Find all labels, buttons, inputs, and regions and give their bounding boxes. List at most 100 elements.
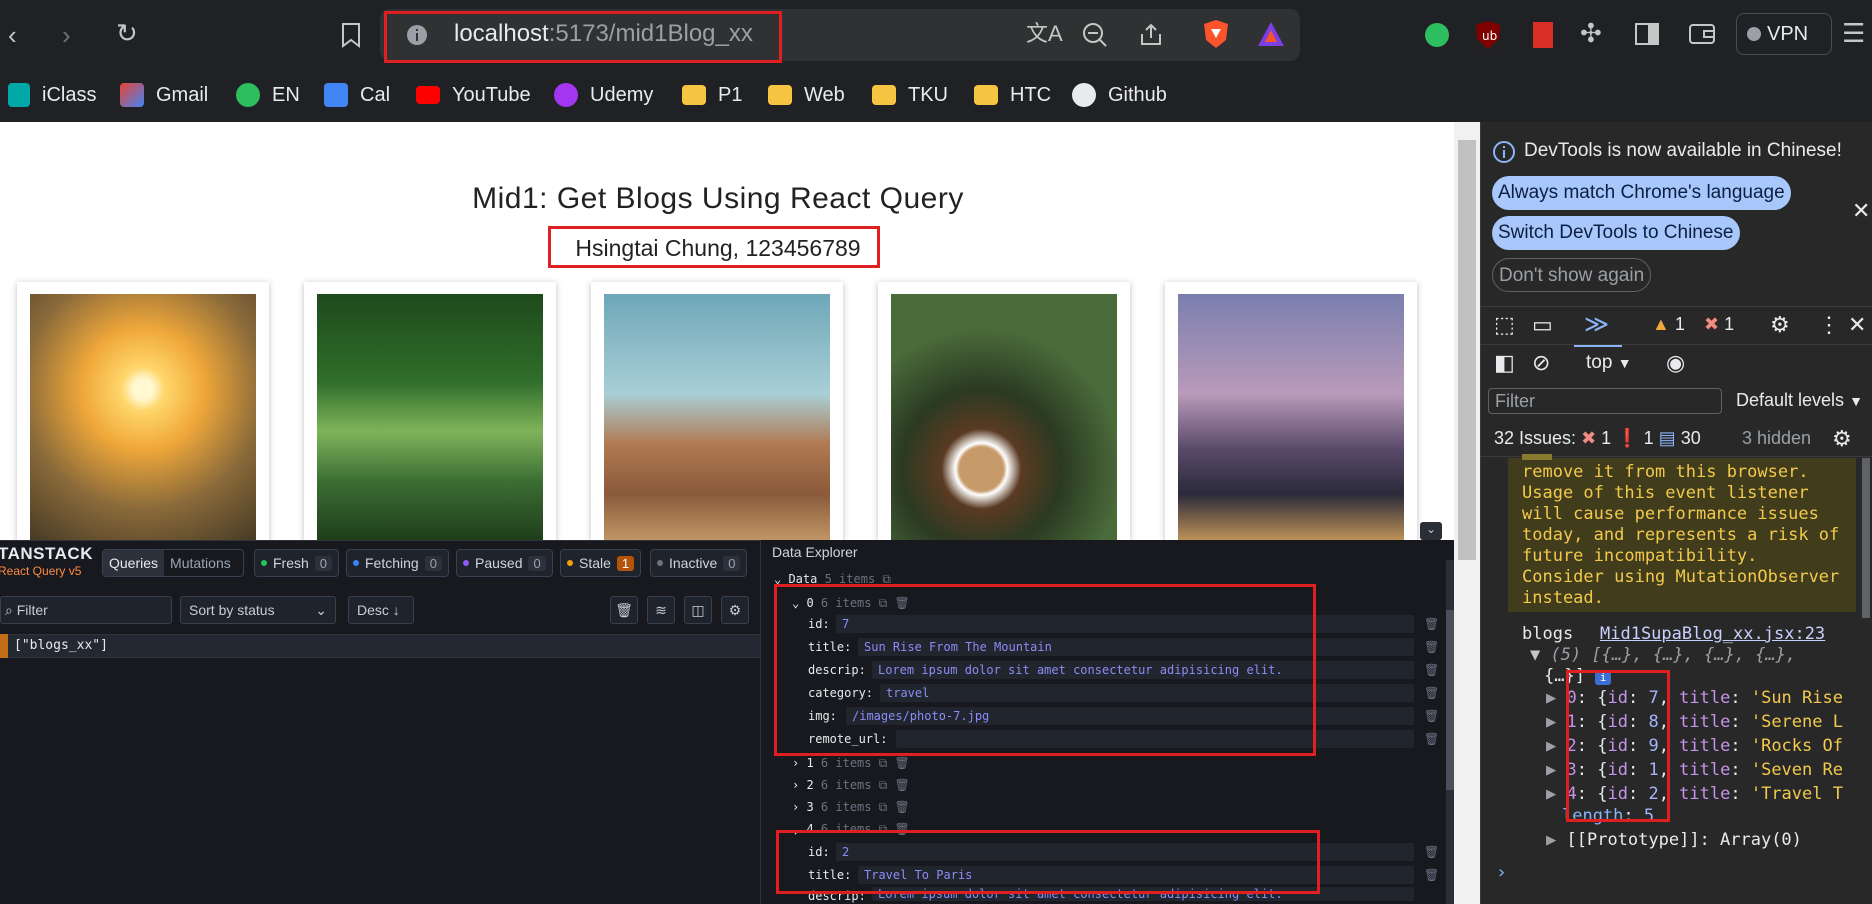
blog-card[interactable] [591,282,843,544]
trash-icon[interactable]: 🗑 [895,756,910,770]
explorer-scrollbar-thumb[interactable] [1446,610,1454,790]
wifi-icon[interactable]: ≋ [647,596,675,624]
clear-console-icon[interactable]: ⊘ [1532,350,1550,376]
field-value-remote-url[interactable] [896,730,1414,748]
context-select[interactable]: top ▼ [1586,352,1632,374]
array-entry[interactable]: ▶ 4: {id: 2, title: 'Travel T [1546,784,1843,804]
field-value-descrip[interactable]: Lorem ipsum dolor sit amet consectetur a… [872,887,1414,901]
log-levels-select[interactable]: Default levels ▼ [1736,390,1863,411]
array-entry[interactable]: ▶ 0: {id: 7, title: 'Sun Rise [1546,688,1843,708]
console-scrollbar[interactable] [1862,458,1870,618]
extensions-icon[interactable]: ✣ [1580,20,1602,46]
match-language-button[interactable]: Always match Chrome's language [1492,176,1791,210]
log-source-link[interactable]: Mid1SupaBlog_xx.jsx:23 [1600,624,1825,644]
blog-card[interactable] [1165,282,1417,544]
switch-chinese-button[interactable]: Switch DevTools to Chinese [1492,216,1740,250]
query-filter-input[interactable]: ⌕ Filter [0,596,172,624]
bookmark-htc[interactable]: HTC [974,78,1051,112]
sidebar-icon[interactable] [1634,22,1660,46]
copy-icon[interactable]: ⧉ [882,572,891,586]
trash-icon[interactable]: 🗑 [895,778,910,792]
item-row-0[interactable]: ⌄ 0 6 items ⧉ 🗑 [792,596,910,611]
gear-icon[interactable]: ⚙ [1832,426,1852,452]
settings-icon[interactable]: ⚙ [721,596,749,624]
pdf-ext-icon[interactable] [1530,20,1556,50]
field-value-id[interactable]: 7 [836,615,1414,633]
inspect-icon[interactable]: ⬚ [1494,312,1515,338]
trash-icon[interactable]: 🗑 [1424,709,1439,723]
trash-icon[interactable]: 🗑 [610,596,638,624]
bookmark-web[interactable]: Web [768,78,845,112]
console-tab-icon[interactable]: ≫ [1584,310,1609,339]
console-filter-input[interactable]: Filter [1488,388,1722,414]
copy-icon[interactable]: ⧉ [879,778,888,792]
bookmark-udemy[interactable]: Udemy [554,78,653,112]
menu-icon[interactable]: ☰ [1842,20,1865,46]
prototype-row[interactable]: ▶ [[Prototype]]: Array(0) [1546,830,1802,850]
warning-counter[interactable]: ▲ 1 [1652,314,1685,335]
bookmark-en[interactable]: EN [236,78,300,112]
share-icon[interactable] [1138,22,1164,48]
status-fresh[interactable]: Fresh 0 [254,549,340,577]
console-prompt-icon[interactable]: › [1496,862,1507,883]
dont-show-button[interactable]: Don't show again [1492,258,1652,292]
copy-icon[interactable]: ⧉ [879,756,888,770]
field-value-img[interactable]: /images/photo-7.jpg [846,707,1414,725]
trash-icon[interactable]: 🗑 [1424,617,1439,631]
blog-card[interactable] [878,282,1130,544]
field-value-title[interactable]: Sun Rise From The Mountain [858,638,1414,656]
status-paused[interactable]: Paused 0 [456,549,553,577]
trash-icon[interactable]: 🗑 [1424,663,1439,677]
trash-icon[interactable]: 🗑 [895,800,910,814]
item-row-1[interactable]: › 1 6 items ⧉ 🗑 [792,756,910,771]
page-scrollbar-thumb[interactable] [1458,140,1476,560]
blog-card[interactable] [17,282,269,544]
status-stale[interactable]: Stale 1 [560,549,642,577]
close-devtools-icon[interactable]: ✕ [1848,312,1866,338]
issues-bar[interactable]: 32 Issues: ✖ 1 ❗ 1 ▤ 30 [1494,428,1701,449]
close-icon[interactable]: ✕ [1852,198,1870,224]
error-counter[interactable]: ✖ 1 [1704,314,1734,335]
array-entry[interactable]: ▶ 2: {id: 9, title: 'Rocks Of [1546,736,1843,756]
brave-shield-icon[interactable] [1202,19,1230,49]
copy-icon[interactable]: ⧉ [879,800,888,814]
sort-order-button[interactable]: Desc ↓ [348,596,414,624]
dock-position-icon[interactable]: ◫ [684,596,712,624]
back-icon[interactable]: ‹ [8,22,17,48]
ublock-icon[interactable]: ub [1474,20,1502,50]
site-info-icon[interactable] [406,24,428,46]
bookmark-gmail[interactable]: Gmail [120,78,208,112]
field-value-id[interactable]: 2 [836,843,1414,861]
blog-card[interactable] [304,282,556,544]
url-text[interactable]: localhost:5173/mid1Blog_xx [454,20,753,48]
field-value-descrip[interactable]: Lorem ipsum dolor sit amet consectetur a… [872,661,1414,679]
info-badge-icon[interactable]: i [1595,671,1612,685]
collapse-devtools-icon[interactable]: ⌄ [1420,522,1442,540]
field-value-category[interactable]: travel [880,684,1414,702]
field-value-title[interactable]: Travel To Paris [858,866,1414,884]
status-inactive[interactable]: Inactive 0 [650,549,748,577]
sort-select[interactable]: Sort by status ⌄ [180,596,336,624]
copy-icon[interactable]: ⧉ [879,596,888,610]
query-row[interactable] [0,634,760,658]
copy-icon[interactable]: ⧉ [879,822,888,836]
evernote-ext-icon[interactable] [1422,20,1452,50]
item-row-2[interactable]: › 2 6 items ⧉ 🗑 [792,778,910,793]
bookmark-iclass[interactable]: iClass [8,78,96,112]
tab-queries[interactable]: Queries [103,550,165,576]
tab-mutations[interactable]: Mutations [164,550,237,576]
vpn-button[interactable]: VPN [1736,13,1832,55]
forward-icon[interactable]: › [62,22,71,48]
bookmark-tku[interactable]: TKU [872,78,948,112]
wallet-icon[interactable] [1688,22,1716,46]
sidebar-toggle-icon[interactable]: ◧ [1494,350,1515,376]
eye-icon[interactable]: ◉ [1666,350,1685,376]
trash-icon[interactable]: 🗑 [1424,845,1439,859]
array-entry[interactable]: ▶ 1: {id: 8, title: 'Serene L [1546,712,1843,732]
trash-icon[interactable]: 🗑 [1424,640,1439,654]
trash-icon[interactable]: 🗑 [1424,732,1439,746]
zoom-out-icon[interactable] [1082,22,1108,48]
translate-icon[interactable]: 文A [1026,21,1063,47]
bookmark-p1[interactable]: P1 [682,78,742,112]
bookmark-cal[interactable]: Cal [324,78,390,112]
